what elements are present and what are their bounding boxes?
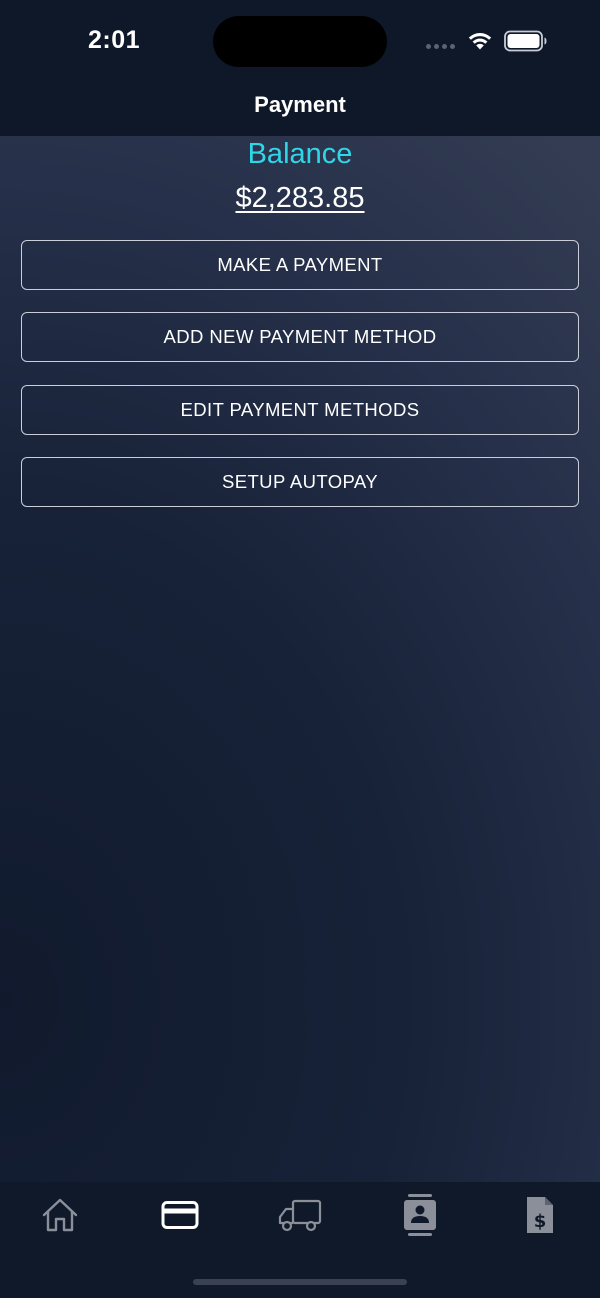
setup-autopay-button[interactable]: SETUP AUTOPAY [21,457,579,507]
home-indicator [193,1279,407,1285]
page-title: Payment [254,92,346,117]
balance-label: Balance [247,138,353,170]
add-payment-method-button[interactable]: ADD NEW PAYMENT METHOD [21,312,579,362]
svg-text:$: $ [534,1211,547,1232]
delivery-truck-icon [278,1199,322,1232]
home-icon [42,1198,78,1232]
tab-contacts[interactable] [390,1190,450,1240]
edit-payment-methods-button[interactable]: EDIT PAYMENT METHODS [21,385,579,435]
tab-payment[interactable] [150,1190,210,1240]
payment-screen: 2:01 Payment Balance $2,283.85 MAKE A PA… [0,0,600,1298]
credit-card-icon [161,1201,199,1229]
make-payment-button[interactable]: MAKE A PAYMENT [21,240,579,290]
tab-invoices[interactable]: $ [510,1190,570,1240]
tab-delivery[interactable] [270,1190,330,1240]
invoice-dollar-icon: $ [527,1197,553,1233]
tab-home[interactable] [30,1190,90,1240]
status-time: 2:01 [88,26,141,54]
wifi-icon [468,33,492,50]
signal-dots-icon [426,44,455,49]
battery-icon [504,30,547,52]
dynamic-island [213,16,387,67]
nav-header: Payment [0,82,600,136]
status-bar: 2:01 [0,0,600,82]
balance-amount-link[interactable]: $2,283.85 [0,182,600,215]
contact-card-icon [404,1194,436,1236]
